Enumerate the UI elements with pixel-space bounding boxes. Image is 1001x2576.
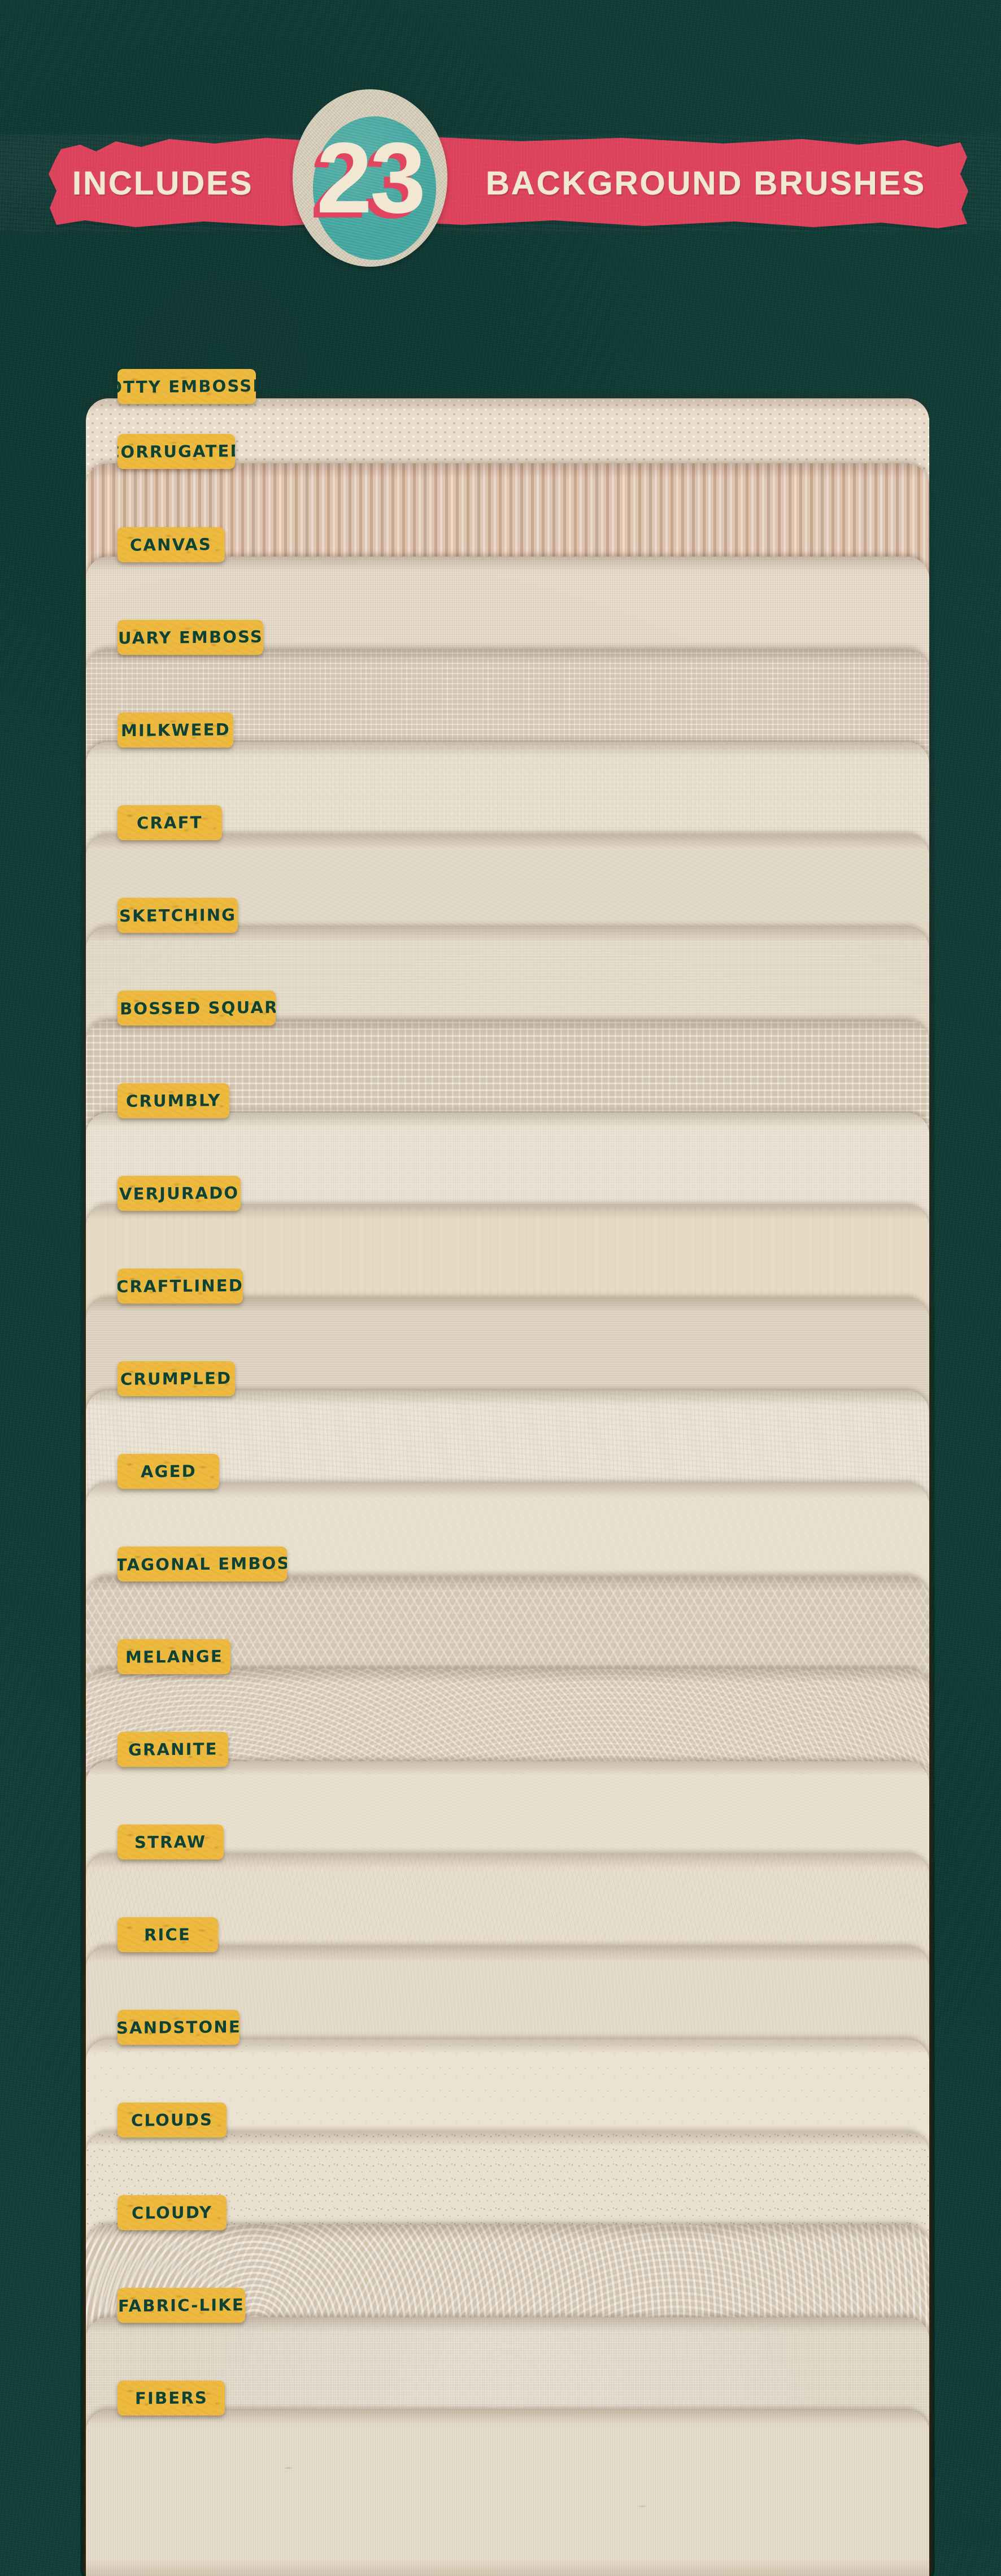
tag-label: MELANGE (125, 1647, 223, 1667)
texture-tag[interactable]: CRUMBLY (117, 1083, 229, 1118)
tag-label: SANDSTONE (117, 2017, 240, 2038)
banner-ribbon: INCLUDES BACKGROUND BRUSHES (0, 134, 1001, 232)
texture-tag[interactable]: FIBERS (117, 2380, 225, 2416)
tag-label: FABRIC-LIKE (118, 2295, 245, 2316)
texture-tag[interactable]: CLOUDY (117, 2195, 227, 2230)
texture-tag[interactable]: CORRUGATED (117, 434, 235, 469)
banner-right-text: BACKGROUND BRUSHES (486, 164, 926, 202)
tag-label: CORRUGATED (117, 441, 235, 462)
tag-label: DOTTY EMBOSSED (117, 376, 256, 397)
tag-label: FIBERS (134, 2388, 208, 2408)
tag-label: RICE (144, 1925, 192, 1945)
tag-label: STRAW (134, 1832, 207, 1852)
texture-tag[interactable]: EMBOSSED SQUARES (117, 991, 276, 1026)
badge-number-wrap: 23 23 (288, 79, 452, 277)
texture-tag[interactable]: MILKWEED (117, 713, 233, 748)
texture-tag[interactable]: MELANGE (117, 1639, 230, 1674)
paper-layer (86, 2410, 929, 2576)
tag-label: EMBOSSED SQUARES (117, 997, 276, 1019)
texture-tag[interactable]: GRANITE (117, 1732, 228, 1767)
texture-tag[interactable]: SQUARY EMBOSSED (117, 620, 263, 655)
tag-label: CLOUDS (130, 2110, 214, 2130)
tag-label: SQUARY EMBOSSED (117, 627, 263, 648)
paper-stack: DOTTY EMBOSSED CORRUGATED CANVAS SQUARY EMB… (86, 369, 929, 2576)
tag-label: MILKWEED (120, 719, 230, 741)
paper-layer-surface (86, 2410, 929, 2576)
texture-tag[interactable]: RICE (117, 1917, 218, 1952)
tag-label: CRAFT (137, 813, 203, 833)
badge-number: 23 (316, 121, 426, 234)
header-banner: INCLUDES BACKGROUND BRUSHES 23 23 (0, 0, 1001, 294)
texture-tag[interactable]: AGED (117, 1454, 219, 1489)
tag-label: VERJURADO (119, 1183, 240, 1204)
banner-left-text: INCLUDES (72, 164, 254, 202)
texture-tag[interactable]: CANVAS (117, 527, 225, 562)
texture-tag[interactable]: CRUMPLED (117, 1361, 235, 1396)
texture-tag[interactable]: STRAW (117, 1825, 224, 1860)
tag-label: CLOUDY (131, 2203, 213, 2223)
tag-label: CANVAS (130, 535, 212, 555)
texture-tag[interactable]: PENTAGONAL EMBOSSED (117, 1547, 287, 1582)
tag-label: CRUMPLED (120, 1368, 232, 1389)
texture-tag[interactable]: SANDSTONE (117, 2010, 240, 2045)
texture-tag[interactable]: SKETCHING (117, 898, 238, 933)
tag-label: PENTAGONAL EMBOSSED (117, 1553, 287, 1575)
texture-tag[interactable]: CRAFT (117, 805, 222, 840)
tag-label: CRUMBLY (125, 1091, 221, 1111)
tag-label: CRAFTLINED (117, 1275, 243, 1297)
texture-tag[interactable]: CLOUDS (117, 2102, 227, 2138)
texture-tag[interactable]: FABRIC-LIKE (117, 2288, 245, 2323)
tag-label: SKETCHING (119, 905, 237, 926)
texture-tag[interactable]: CRAFTLINED (117, 1269, 243, 1304)
texture-tag[interactable]: VERJURADO (117, 1176, 241, 1211)
tag-label: GRANITE (128, 1739, 218, 1760)
texture-tag[interactable]: DOTTY EMBOSSED (117, 369, 256, 404)
tag-label: AGED (140, 1461, 197, 1482)
count-badge: 23 23 (288, 79, 452, 277)
